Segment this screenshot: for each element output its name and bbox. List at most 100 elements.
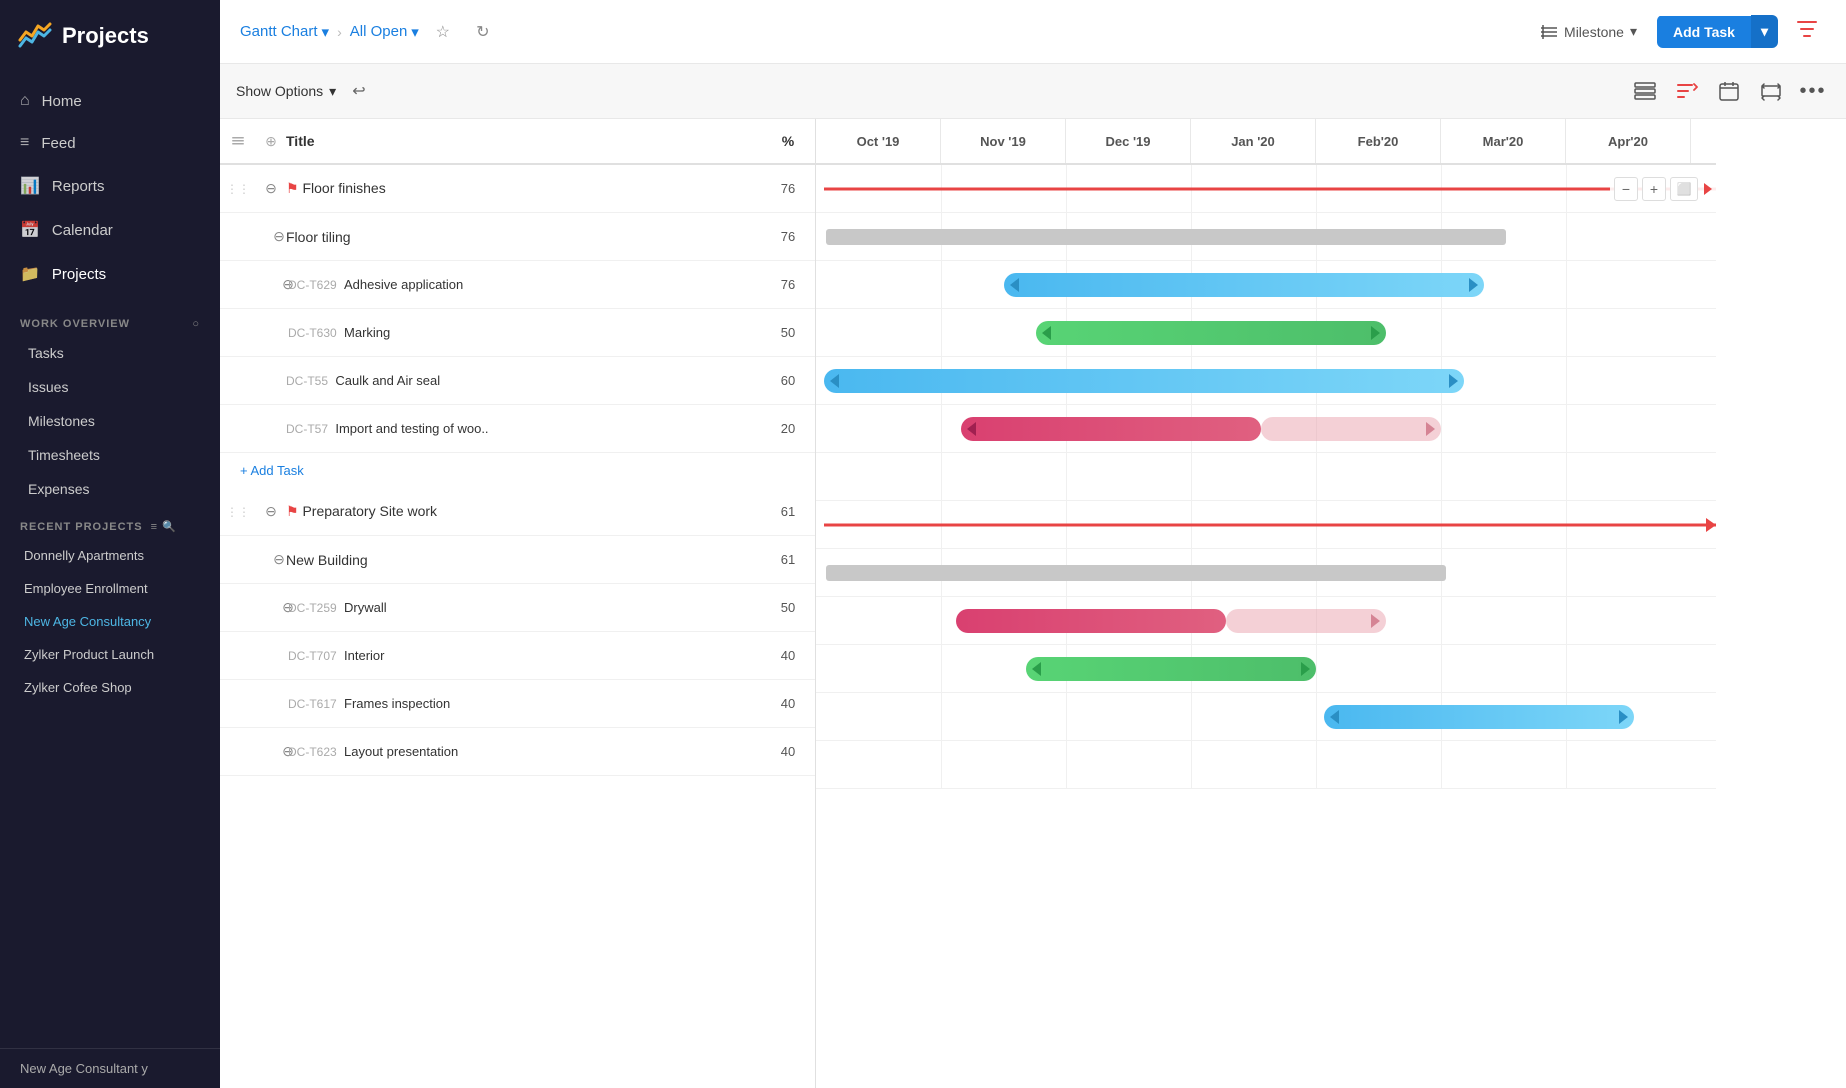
gantt-bar-row-new-building[interactable] (816, 549, 1716, 597)
all-open-chevron: ▾ (411, 23, 419, 41)
row-expand-t623[interactable]: ⊖ (256, 743, 288, 760)
gantt-bar-row-t630[interactable] (816, 309, 1716, 357)
sidebar-project-zylker-launch[interactable]: Zylker Product Launch (0, 638, 220, 671)
calendar-view-button[interactable] (1712, 74, 1746, 108)
sidebar-project-donnelly[interactable]: Donnelly Apartments (0, 539, 220, 572)
add-task-inline-button[interactable]: + Add Task (220, 453, 815, 488)
row-floor-finishes[interactable]: ⋮⋮ ⊖ ⚑ Floor finishes 76 (220, 165, 815, 213)
floor-finishes-title: Floor finishes (302, 180, 385, 196)
sidebar-nav-label-calendar: Calendar (52, 222, 113, 239)
bar-t57-left-arrow (967, 422, 976, 436)
row-floor-tiling[interactable]: ⊖ Floor tiling 76 (220, 213, 815, 261)
bar-t259-main[interactable] (956, 609, 1226, 633)
sidebar-item-projects[interactable]: 📁 Projects (0, 252, 220, 296)
add-task-main[interactable]: Add Task (1657, 16, 1751, 48)
sidebar-item-home[interactable]: ⌂ Home (0, 80, 220, 122)
row-dc-t617[interactable]: DC-T617 Frames inspection 40 (220, 680, 815, 728)
preparatory-title: Preparatory Site work (302, 503, 437, 519)
row-controls-floor-finishes: − + ⬜ (1610, 175, 1716, 203)
row-dc-t707[interactable]: DC-T707 Interior 40 (220, 632, 815, 680)
bar-t55[interactable] (824, 369, 1464, 393)
favorite-button[interactable]: ☆ (427, 16, 459, 48)
sidebar-item-reports[interactable]: 📊 Reports (0, 164, 220, 208)
row-expand-floor-tiling[interactable]: ⊖ (256, 228, 286, 245)
calendar-icon: 📅 (20, 220, 40, 240)
sidebar-item-expenses[interactable]: Expenses (0, 472, 220, 506)
sidebar-item-timesheets[interactable]: Timesheets (0, 438, 220, 472)
row-dc-t57[interactable]: DC-T57 Import and testing of woo.. 20 (220, 405, 815, 453)
row-title-t57: DC-T57 Import and testing of woo.. (286, 421, 761, 436)
row-new-building[interactable]: ⊖ New Building 61 (220, 536, 815, 584)
sidebar-project-newage[interactable]: New Age Consultancy (0, 605, 220, 638)
sort-button[interactable] (1670, 74, 1704, 108)
gantt-chart-dropdown[interactable]: Gantt Chart ▾ (240, 23, 329, 41)
expand-button[interactable] (1754, 74, 1788, 108)
recent-projects-section: RECENT PROJECTS ≡ 🔍 (0, 506, 220, 539)
bar-t707-right-arrow (1301, 662, 1310, 676)
bar-t629-left-arrow (1010, 278, 1019, 292)
row-dc-t630[interactable]: DC-T630 Marking 50 (220, 309, 815, 357)
row-title-t55: DC-T55 Caulk and Air seal (286, 373, 761, 388)
gantt-bar-row-preparatory[interactable] (816, 501, 1716, 549)
search-recent-icon[interactable]: 🔍 (162, 521, 177, 533)
sidebar-item-feed[interactable]: ≡ Feed (0, 122, 220, 164)
sidebar-nav-label-feed: Feed (41, 135, 75, 152)
row-preparatory-site[interactable]: ⋮⋮ ⊖ ⚑ Preparatory Site work 61 (220, 488, 815, 536)
add-task-arrow[interactable]: ▾ (1751, 15, 1778, 48)
milestone-dropdown[interactable]: Milestone ▾ (1530, 17, 1647, 46)
all-open-dropdown[interactable]: All Open ▾ (350, 23, 419, 41)
gantt-bar-row-floor-tiling[interactable] (816, 213, 1716, 261)
bar-t259-ghost (1226, 609, 1386, 633)
sidebar-item-tasks[interactable]: Tasks (0, 336, 220, 370)
bar-preparatory-line (824, 523, 1716, 526)
row-expand-preparatory[interactable]: ⊖ (256, 503, 286, 520)
minus-button[interactable]: − (1614, 177, 1638, 201)
sidebar-project-zylker-coffee[interactable]: Zylker Cofee Shop (0, 671, 220, 704)
col-expand-header: ⊕ (256, 133, 286, 150)
gantt-bar-row-floor-finishes[interactable]: − + ⬜ (816, 165, 1716, 213)
bar-t57-main[interactable] (961, 417, 1261, 441)
row-expand-t259[interactable]: ⊖ (256, 599, 288, 616)
row-drag-preparatory: ⋮⋮ (220, 505, 256, 519)
sidebar-logo[interactable]: Projects (0, 0, 220, 72)
row-expand-new-building[interactable]: ⊖ (256, 551, 286, 568)
gantt-bar-row-t623[interactable] (816, 741, 1716, 789)
gantt-bar-row-t259[interactable] (816, 597, 1716, 645)
sidebar-item-milestones[interactable]: Milestones (0, 404, 220, 438)
sidebar-nav-label-projects: Projects (52, 266, 106, 283)
sidebar-item-calendar[interactable]: 📅 Calendar (0, 208, 220, 252)
row-dc-t259[interactable]: ⊖ DC-T259 Drywall 50 (220, 584, 815, 632)
row-expand-t629[interactable]: ⊖ (256, 276, 288, 293)
row-pct-t630: 50 (761, 325, 815, 340)
show-options-button[interactable]: Show Options ▾ (236, 83, 336, 100)
bar-t617[interactable] (1324, 705, 1634, 729)
gantt-bar-row-t617[interactable] (816, 693, 1716, 741)
bar-t707[interactable] (1026, 657, 1316, 681)
gantt-bar-row-t55[interactable] (816, 357, 1716, 405)
expand-ctrl-button[interactable]: ⬜ (1670, 177, 1698, 201)
more-options-button[interactable]: ••• (1796, 74, 1830, 108)
row-dc-t629[interactable]: ⊖ DC-T629 Adhesive application 76 (220, 261, 815, 309)
refresh-button[interactable]: ↻ (467, 16, 499, 48)
bar-t630[interactable] (1036, 321, 1386, 345)
plus-button[interactable]: + (1642, 177, 1666, 201)
group-by-button[interactable] (1628, 74, 1662, 108)
sidebar-item-issues[interactable]: Issues (0, 370, 220, 404)
expand-icon (1761, 81, 1781, 101)
row-dc-t623[interactable]: ⊖ DC-T623 Layout presentation 40 (220, 728, 815, 776)
bar-t629[interactable] (1004, 273, 1484, 297)
row-dc-t55[interactable]: DC-T55 Caulk and Air seal 60 (220, 357, 815, 405)
gantt-bar-row-t629[interactable] (816, 261, 1716, 309)
gantt-bar-row-t57[interactable] (816, 405, 1716, 453)
bar-t630-left-arrow (1042, 326, 1051, 340)
undo-button[interactable]: ↩ (348, 77, 369, 105)
filter-button[interactable] (1788, 14, 1826, 50)
bar-t629-right-arrow (1469, 278, 1478, 292)
filter-recent-icon[interactable]: ≡ (151, 521, 158, 533)
expand-icon-floor-finishes: ⊖ (265, 180, 277, 197)
sidebar-project-employee[interactable]: Employee Enrollment (0, 572, 220, 605)
row-expand-floor-finishes[interactable]: ⊖ (256, 180, 286, 197)
gantt-bar-row-t707[interactable] (816, 645, 1716, 693)
add-task-button[interactable]: Add Task ▾ (1657, 15, 1778, 48)
gantt-chart-right[interactable]: Oct '19 Nov '19 Dec '19 Jan '20 Feb'20 M… (816, 119, 1846, 1088)
